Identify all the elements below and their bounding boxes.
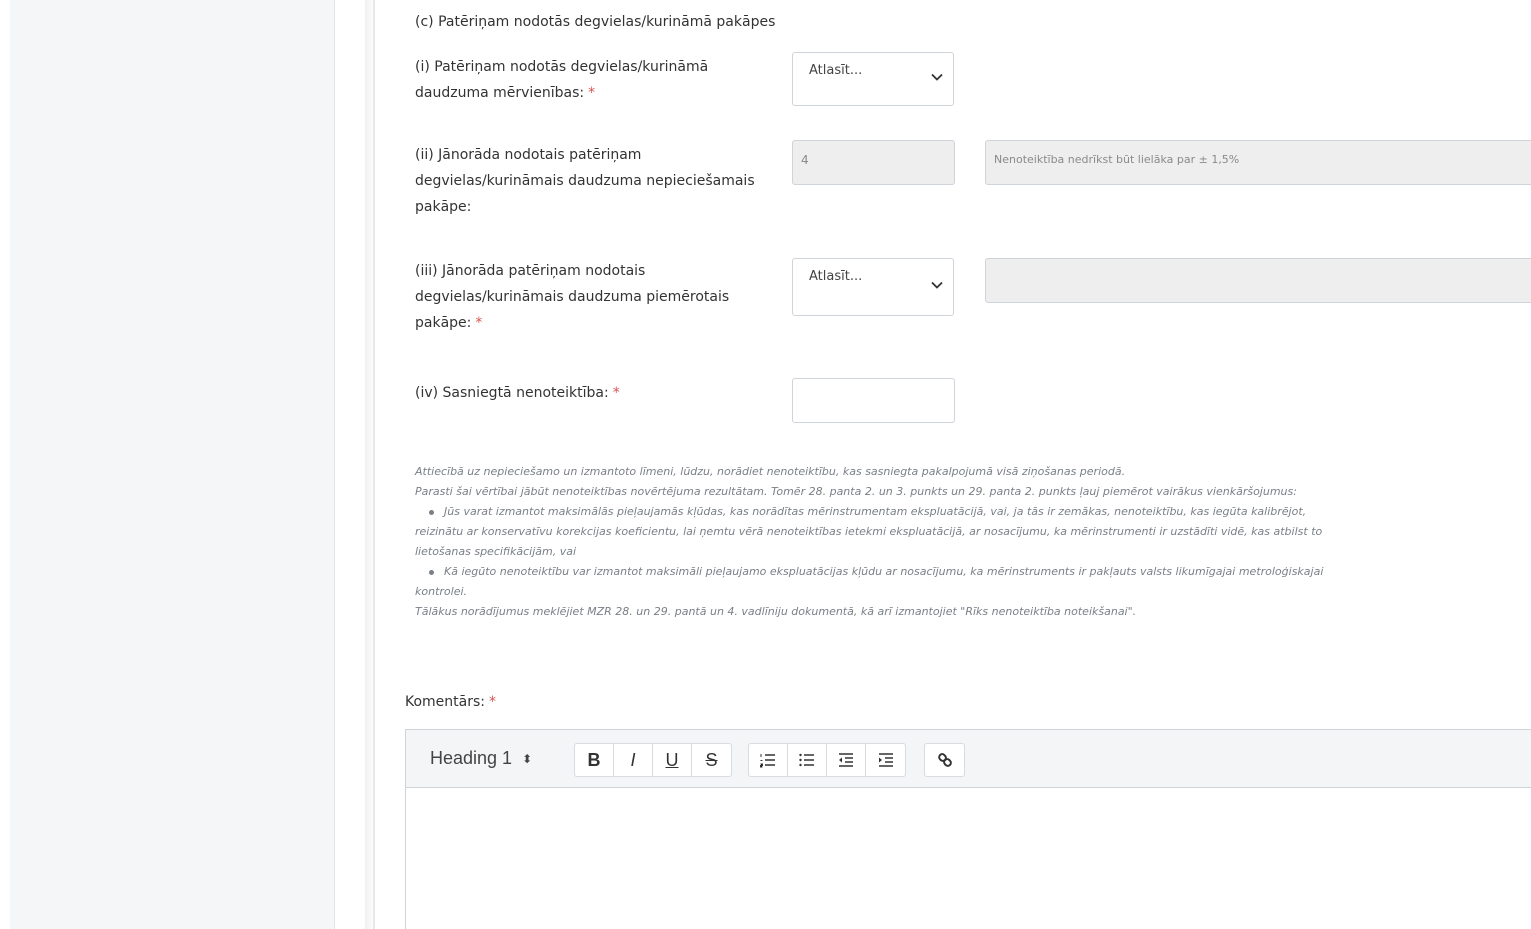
chevron-down-icon: [931, 73, 943, 81]
form-content: (c) Patēriņam nodotās degvielas/kurināmā…: [375, 0, 1531, 929]
help-bullet: Jūs varat izmantot maksimālās pieļaujamā…: [415, 502, 1530, 522]
link-button[interactable]: [925, 744, 964, 776]
uncertainty-label-text: (iv) Sasniegtā nenoteiktība:: [415, 385, 609, 401]
help-bullet-text: Jūs varat izmantot maksimālās pieļaujamā…: [444, 505, 1307, 518]
help-bullet: Kā iegūto nenoteiktību var izmantot maks…: [415, 562, 1530, 582]
editor-toolbar: Heading 1 ⬍ B I U S: [406, 730, 1531, 788]
required-tier-label: (ii) Jānorāda nodotais patēriņam degviel…: [415, 147, 755, 215]
underline-button[interactable]: U: [653, 744, 692, 776]
units-label-text: (i) Patēriņam nodotās degvielas/kurināmā…: [415, 59, 709, 101]
bullet-list-button[interactable]: [788, 744, 827, 776]
italic-button[interactable]: I: [614, 744, 653, 776]
ordered-list-button[interactable]: [749, 744, 788, 776]
applied-tier-side-input: [985, 258, 1531, 303]
applied-tier-select-value: Atlasīt...: [809, 269, 863, 284]
applied-tier-label: (iii) Jānorāda patēriņam nodotais degvie…: [415, 258, 780, 336]
list-button-group: [748, 743, 906, 777]
link-button-group: [924, 743, 965, 777]
ordered-list-icon: [760, 754, 775, 768]
page: (c) Patēriņam nodotās degvielas/kurināmā…: [0, 0, 1531, 929]
help-text: Attiecībā uz nepieciešamo un izmantoto l…: [415, 462, 1530, 622]
units-select[interactable]: Atlasīt...: [792, 52, 954, 106]
bold-button[interactable]: B: [575, 744, 614, 776]
comment-label: Komentārs: *: [405, 694, 496, 710]
indent-button[interactable]: [866, 744, 905, 776]
help-line: reizinātu ar konservatīvu korekcijas koe…: [415, 525, 1323, 538]
link-icon: [937, 753, 952, 767]
bullet-dot: [429, 509, 434, 515]
help-line: lietošanas specifikācijām, vai: [415, 545, 577, 558]
required-marker: *: [588, 85, 596, 101]
required-marker: *: [612, 385, 620, 401]
required-marker: *: [489, 694, 497, 710]
format-button-group: B I U S: [574, 743, 732, 777]
uncertainty-label: (iv) Sasniegtā nenoteiktība: *: [415, 380, 765, 406]
units-label: (i) Patēriņam nodotās degvielas/kurināmā…: [415, 54, 765, 106]
applied-tier-select[interactable]: Atlasīt...: [792, 258, 954, 316]
strikethrough-button[interactable]: S: [692, 744, 731, 776]
indent-icon: [878, 753, 893, 767]
section-title: (c) Patēriņam nodotās degvielas/kurināmā…: [415, 14, 776, 30]
uncertainty-input[interactable]: [792, 378, 955, 423]
bullet-dot: [429, 569, 434, 575]
bullet-list-icon: [799, 753, 814, 767]
comment-label-text: Komentārs:: [405, 694, 486, 710]
required-tier-note: Nenoteiktība nedrīkst būt lielāka par ± …: [985, 140, 1531, 185]
comment-editor[interactable]: Heading 1 ⬍ B I U S: [405, 729, 1531, 929]
outdent-icon: [839, 753, 853, 767]
outdent-button[interactable]: [827, 744, 866, 776]
help-line: Attiecībā uz nepieciešamo un izmantoto l…: [415, 465, 1126, 478]
heading-select-value: Heading 1: [430, 748, 513, 768]
up-down-caret-icon: ⬍: [522, 752, 533, 767]
left-strip: [0, 0, 10, 929]
chevron-down-icon: [931, 281, 943, 289]
help-line: Tālākus norādījumus meklējiet MZR 28. un…: [415, 605, 1137, 618]
heading-select[interactable]: Heading 1 ⬍: [430, 748, 532, 769]
help-line: Parasti šai vērtībai jābūt nenoteiktības…: [415, 485, 1297, 498]
help-bullet-text: Kā iegūto nenoteiktību var izmantot maks…: [444, 565, 1324, 578]
applied-tier-label-text: (iii) Jānorāda patēriņam nodotais degvie…: [415, 263, 730, 331]
left-sidebar: [10, 0, 335, 929]
units-select-value: Atlasīt...: [809, 63, 863, 78]
required-marker: *: [475, 315, 483, 331]
help-line: kontrolei.: [415, 585, 468, 598]
required-tier-input: 4: [792, 140, 955, 185]
